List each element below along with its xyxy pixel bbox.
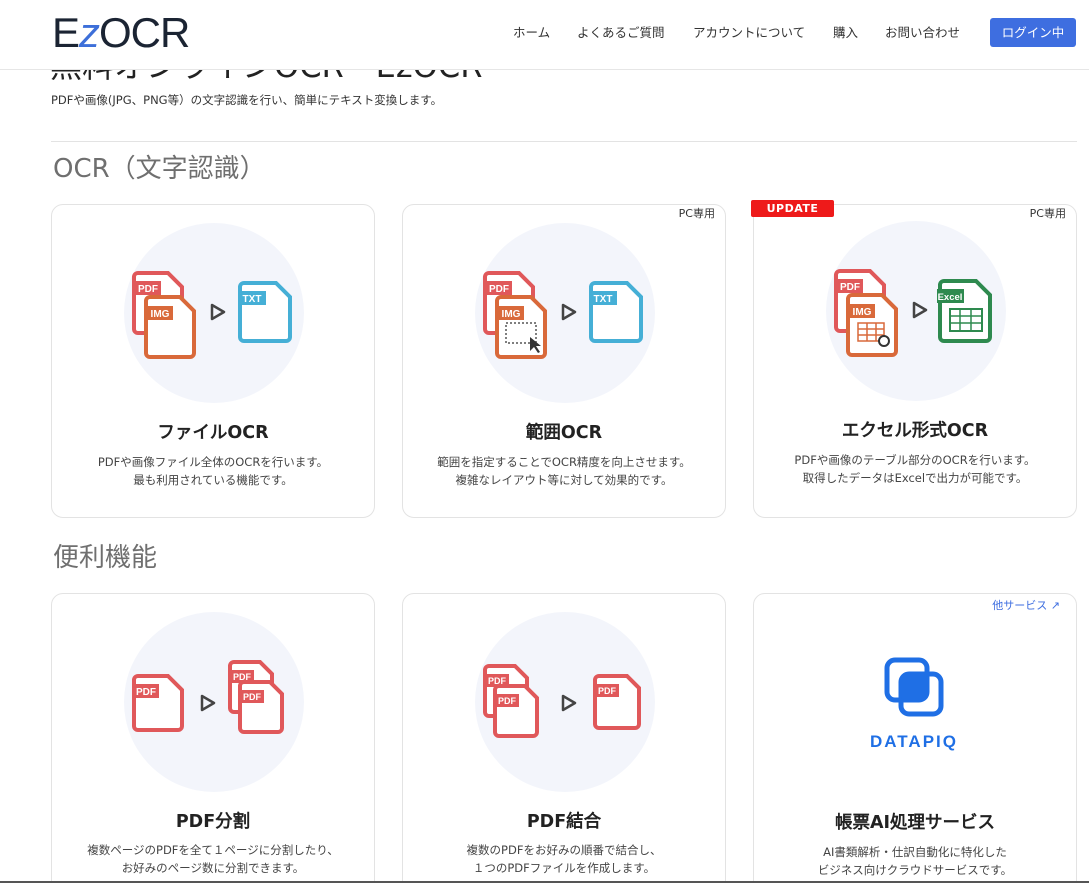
divider [51, 141, 1077, 142]
page: 無料オンラインOCR - EzOCR PDFや画像(JPG、PNG等）の文字認識… [0, 0, 1089, 883]
card-desc-line1: PDFや画像ファイル全体のOCRを行います。 [97, 455, 329, 469]
logo-e: E [52, 9, 80, 56]
card-desc-line1: 複数のPDFをお好みの順番で結合し、 [466, 843, 662, 857]
svg-text:TXT: TXT [243, 294, 262, 305]
section-title-ocr: OCR（文字認識） [53, 154, 266, 184]
nav-faq[interactable]: よくあるご質問 [577, 22, 665, 44]
card-desc-line1: AI書類解析・仕訳自動化に特化した [823, 845, 1007, 859]
table-to-excel-icon: PDF IMG Excel [834, 269, 992, 357]
svg-text:PDF: PDF [489, 284, 509, 295]
range-select-icon: PDF IMG TXT [483, 271, 643, 359]
card-title: 範囲OCR [525, 423, 603, 443]
card-desc-line2: お好みのページ数に分割できます。 [121, 861, 305, 875]
svg-text:IMG: IMG [151, 309, 170, 320]
card-title: ファイルOCR [157, 423, 269, 443]
datapiq-logo-icon: DATAPIQ [870, 657, 958, 751]
pdf-split-icon: PDF PDF PDF [132, 660, 284, 734]
svg-text:DATAPIQ: DATAPIQ [870, 732, 958, 751]
card-desc-line1: 範囲を指定することでOCR精度を向上させます。 [437, 455, 691, 469]
logo[interactable]: EzOCR [52, 9, 190, 56]
svg-text:PDF: PDF [243, 692, 262, 702]
nav-purchase[interactable]: 購入 [833, 22, 858, 44]
svg-text:PDF: PDF [840, 282, 860, 293]
nav-account[interactable]: アカウントについて [693, 22, 805, 44]
card-desc-line2: 最も利用されている機能です。 [133, 473, 293, 487]
card-title: PDF分割 [175, 812, 251, 832]
card-title: 帳票AI処理サービス [834, 813, 996, 833]
nav-contact[interactable]: お問い合わせ [885, 22, 960, 44]
logo-ocr: OCR [99, 9, 190, 56]
card-excel-ocr[interactable]: UPDATE PC専用 PDF IMG Excel エクセル形式OCR PDFや… [751, 200, 1077, 518]
hero-subtitle: PDFや画像(JPG、PNG等）の文字認識を行い、簡単にテキスト変換します。 [51, 93, 443, 107]
card-pdf-split[interactable]: PDF PDF PDF PDF分割 複数ページのPDFを全て１ページに分割したり… [51, 593, 375, 883]
section-title-tools: 便利機能 [53, 543, 158, 573]
card-desc-line2: 取得したデータはExcelで出力が可能です。 [802, 471, 1028, 485]
card-desc-line1: 複数ページのPDFを全て１ページに分割したり、 [87, 843, 339, 857]
svg-text:PDF: PDF [598, 686, 617, 696]
svg-text:Excel: Excel [938, 292, 963, 303]
pdf-img-to-txt-icon: PDF IMG TXT [132, 271, 292, 359]
card-file-ocr[interactable]: PDF IMG TXT ファイルOCR PDFや画像ファイル全体のOCRを行いま… [51, 204, 375, 518]
site-header: EzOCR ホーム よくあるご質問 アカウントについて 購入 お問い合わせ ログ… [0, 0, 1089, 70]
logo-z: z [79, 9, 100, 56]
svg-text:IMG: IMG [853, 307, 872, 318]
card-desc-line1: PDFや画像のテーブル部分のOCRを行います。 [794, 453, 1036, 467]
card-desc-line2: １つのPDFファイルを作成します。 [472, 861, 656, 875]
svg-text:TXT: TXT [594, 294, 613, 305]
pdf-merge-icon: PDF PDF PDF [483, 664, 641, 738]
card-range-ocr[interactable]: PC専用 PDF IMG TXT 範囲OCR 範囲を指定することでOCR精度を向… [402, 204, 726, 518]
nav-home[interactable]: ホーム [513, 22, 550, 44]
svg-text:IMG: IMG [502, 309, 521, 320]
svg-text:PDF: PDF [136, 687, 156, 698]
card-desc-line2: ビジネス向けクラウドサービスです。 [817, 863, 1013, 877]
card-desc-line2: 複雑なレイアウト等に対して効果的です。 [455, 473, 673, 487]
login-button[interactable]: ログイン中 [990, 18, 1076, 47]
card-title: エクセル形式OCR [841, 421, 989, 441]
card-datapiq[interactable]: 他サービス ↗ DATAPIQ 帳票AI処理サービス AI書類解析・仕訳自動化に… [753, 593, 1077, 883]
card-pdf-merge[interactable]: PDF PDF PDF PDF結合 複数のPDFをお好みの順番で結合し、 １つの… [402, 593, 726, 883]
svg-text:PDF: PDF [498, 696, 517, 706]
svg-text:PDF: PDF [138, 284, 158, 295]
card-title: PDF結合 [526, 812, 602, 832]
